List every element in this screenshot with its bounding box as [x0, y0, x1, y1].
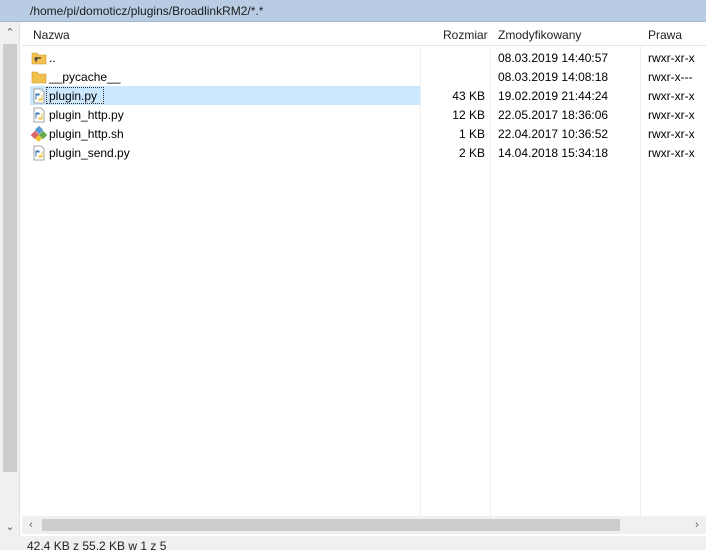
shell-script-icon — [30, 125, 48, 143]
file-permissions: rwxr-xr-x — [648, 127, 695, 141]
file-size: 43 KB — [452, 89, 485, 103]
scroll-left-arrow-icon[interactable]: ‹ — [22, 516, 40, 534]
file-row[interactable]: plugin_http.py 12 KB 22.05.2017 18:36:06 rw… — [22, 105, 706, 124]
file-size: 12 KB — [452, 108, 485, 122]
file-permissions: rwxr-xr-x — [648, 89, 695, 103]
column-header-modified[interactable]: Zmodyfikowany — [498, 22, 581, 46]
scroll-down-arrow-icon[interactable]: ⌄ — [0, 516, 20, 536]
file-row[interactable]: plugin_send.py 2 KB 14.04.2018 15:34:18 rwx… — [22, 143, 706, 162]
vertical-scrollbar[interactable]: ⌃ ⌄ — [0, 22, 20, 536]
scroll-up-arrow-icon[interactable]: ⌃ — [0, 22, 20, 42]
column-header-permissions[interactable]: Prawa — [648, 22, 682, 46]
file-name: plugin_send.py — [49, 146, 130, 160]
python-file-icon — [31, 107, 47, 123]
file-permissions: rwxr-xr-x — [648, 51, 695, 65]
file-name: __pycache__ — [49, 70, 121, 84]
vertical-scroll-thumb[interactable] — [3, 44, 17, 472]
file-size: 2 KB — [458, 146, 485, 160]
file-modified: 22.04.2017 10:36:52 — [498, 127, 609, 141]
file-name: plugin_http.py — [49, 108, 124, 122]
column-header-size[interactable]: Rozmiar — [443, 22, 488, 46]
parent-folder-icon — [31, 50, 47, 66]
horizontal-scrollbar[interactable]: ‹ › — [22, 516, 706, 534]
file-modified: 14.04.2018 15:34:18 — [498, 146, 609, 160]
status-text: 42,4 KB z 55,2 KB w 1 z 5 — [27, 539, 167, 550]
file-modified: 08.03.2019 14:08:18 — [498, 70, 609, 84]
file-permissions: rwxr-x--- — [648, 70, 693, 84]
path-bar[interactable]: /home/pi/domoticz/plugins/BroadlinkRM2/*… — [0, 0, 706, 22]
file-name: plugin.py — [49, 89, 98, 103]
file-name: .. — [49, 51, 56, 65]
current-path: /home/pi/domoticz/plugins/BroadlinkRM2/*… — [30, 4, 264, 18]
file-modified: 19.02.2019 21:44:24 — [498, 89, 609, 103]
status-bar: 42,4 KB z 55,2 KB w 1 z 5 — [0, 536, 706, 550]
column-header-name[interactable]: Nazwa — [33, 22, 70, 46]
python-file-icon — [31, 145, 47, 161]
folder-icon — [31, 69, 47, 85]
file-permissions: rwxr-xr-x — [648, 146, 695, 160]
file-name: plugin_http.sh — [49, 127, 124, 141]
file-row[interactable]: plugin_http.sh 1 KB 22.04.2017 10:36:52 rwx… — [22, 124, 706, 143]
file-row[interactable]: .. 08.03.2019 14:40:57 rwxr-xr-x — [22, 48, 706, 67]
file-permissions: rwxr-xr-x — [648, 108, 695, 122]
list-header: Nazwa ⌃ Rozmiar Zmodyfikowany Prawa — [22, 22, 706, 46]
file-row[interactable]: plugin.py 43 KB 19.02.2019 21:44:24 rwxr-xr… — [22, 86, 706, 105]
file-modified: 22.05.2017 18:36:06 — [498, 108, 609, 122]
file-list[interactable]: Nazwa ⌃ Rozmiar Zmodyfikowany Prawa .. 08… — [22, 22, 706, 516]
scroll-right-arrow-icon[interactable]: › — [688, 516, 706, 534]
file-size: 1 KB — [458, 127, 485, 141]
file-row[interactable]: __pycache__ 08.03.2019 14:08:18 rwxr-x--- — [22, 67, 706, 86]
python-file-icon — [31, 88, 47, 104]
sort-ascending-icon: ⌃ — [219, 22, 228, 29]
file-modified: 08.03.2019 14:40:57 — [498, 51, 609, 65]
horizontal-scroll-thumb[interactable] — [42, 519, 620, 531]
